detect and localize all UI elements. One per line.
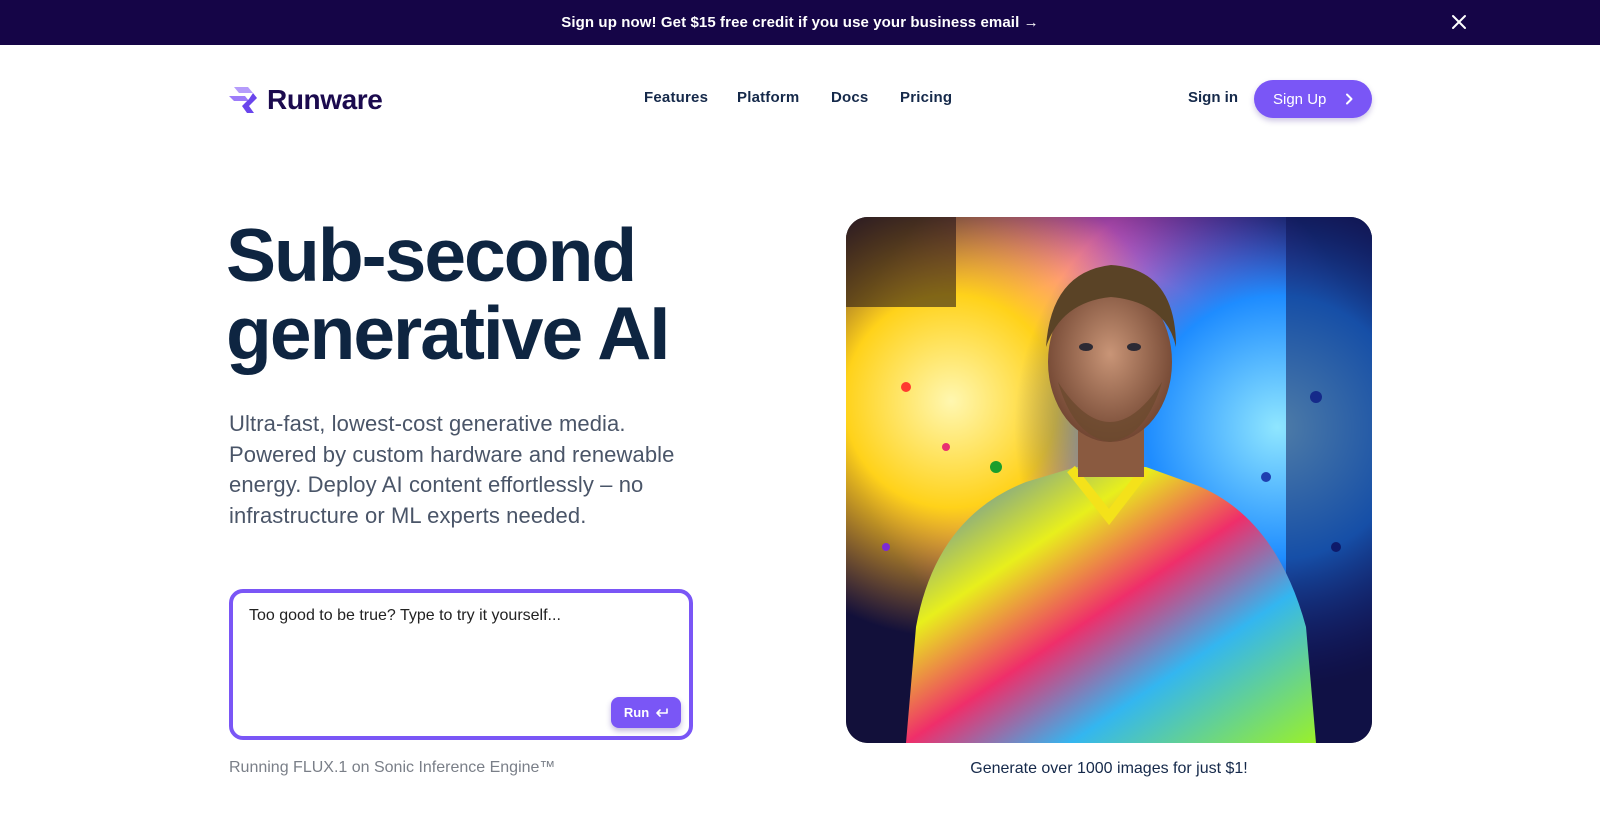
sign-up-label: Sign Up <box>1273 90 1327 108</box>
headline-line-2: generative AI <box>226 291 670 375</box>
prompt-input[interactable] <box>249 607 669 697</box>
run-label: Run <box>623 705 650 720</box>
hero-generated-image <box>846 217 1372 743</box>
prompt-box: Run <box>229 589 693 740</box>
hero-image <box>846 217 1372 743</box>
headline-line-1: Sub-second <box>226 213 637 297</box>
banner-signup-link[interactable]: Sign up now! Get $15 free credit if you … <box>561 14 1038 31</box>
announcement-banner: Sign up now! Get $15 free credit if you … <box>0 0 1600 45</box>
run-button[interactable]: Run <box>611 697 681 728</box>
nav-pricing[interactable]: Pricing <box>900 89 952 106</box>
nav-platform[interactable]: Platform <box>737 89 799 106</box>
image-caption: Generate over 1000 images for just $1! <box>970 760 1248 777</box>
nav-features[interactable]: Features <box>644 89 708 106</box>
close-icon <box>1452 15 1466 29</box>
logo-link[interactable]: Runware <box>229 84 383 116</box>
banner-close-button[interactable] <box>1448 11 1470 33</box>
logo-text: Runware <box>267 84 383 115</box>
runware-logo-icon <box>229 87 257 113</box>
sign-up-button[interactable]: Sign Up <box>1254 80 1372 118</box>
chevron-right-icon <box>1346 93 1353 105</box>
engine-note: Running FLUX.1 on Sonic Inference Engine… <box>229 759 556 776</box>
hero-headline: Sub-second generative AI <box>226 216 746 372</box>
hero-subtext: Ultra-fast, lowest-cost generative media… <box>229 411 675 528</box>
nav-docs[interactable]: Docs <box>831 89 868 106</box>
sign-in-link[interactable]: Sign in <box>1188 89 1238 106</box>
enter-return-icon <box>656 707 668 717</box>
